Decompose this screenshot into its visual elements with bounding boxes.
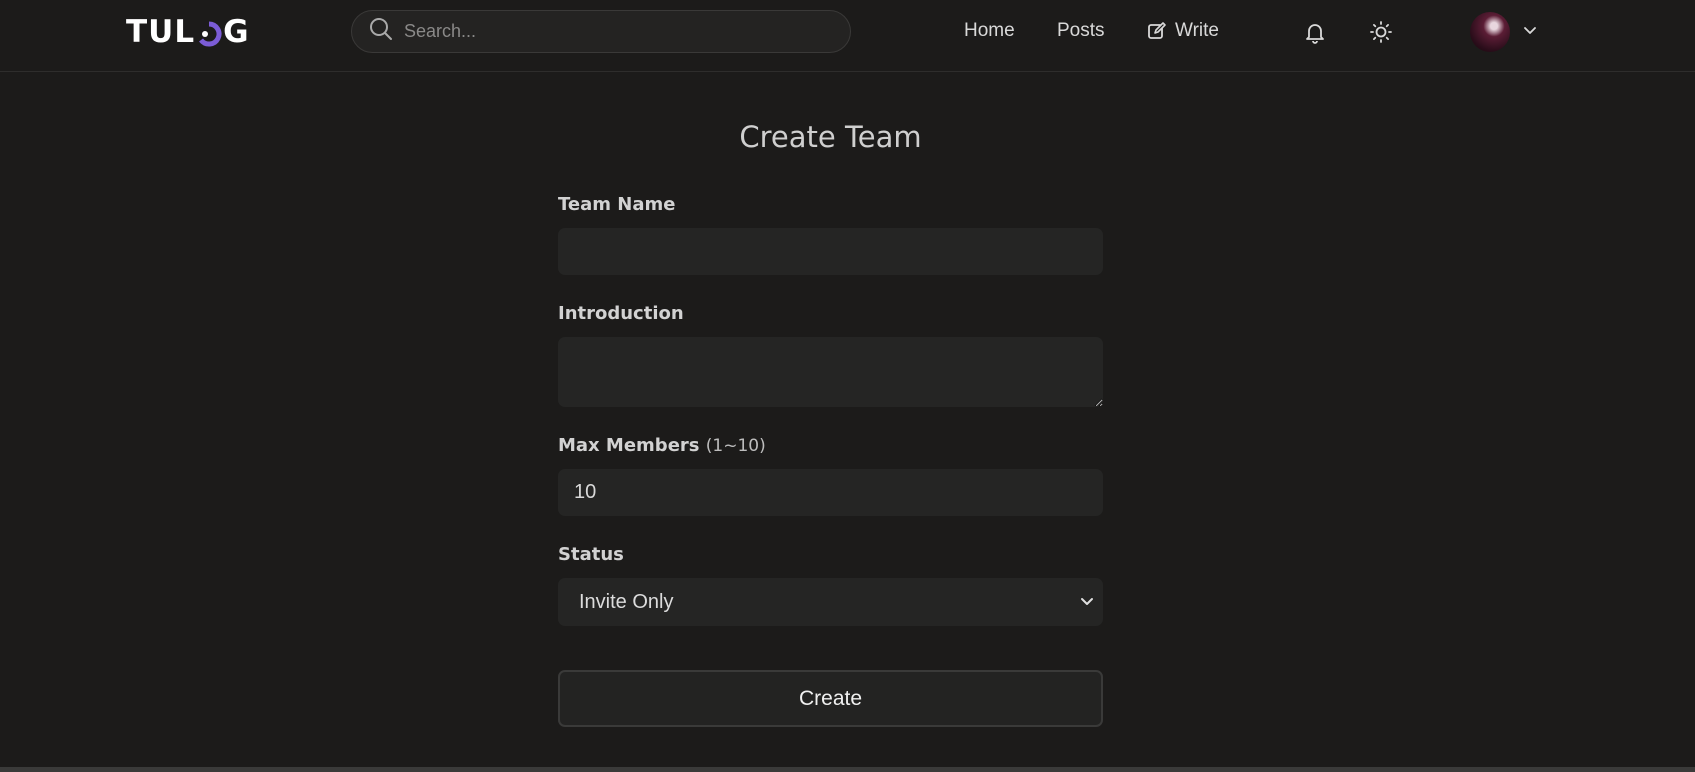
logo-text-left: TUL bbox=[126, 14, 196, 50]
page-title: Create Team bbox=[739, 120, 922, 154]
chevron-down-icon bbox=[1081, 598, 1093, 605]
status-select-value: Invite Only bbox=[579, 591, 674, 613]
max-members-label: Max Members (1~10) bbox=[558, 435, 766, 456]
nav-write-label: Write bbox=[1175, 20, 1219, 41]
logo[interactable]: TUL G bbox=[126, 14, 250, 50]
search-icon bbox=[368, 16, 394, 47]
introduction-textarea[interactable] bbox=[558, 337, 1103, 407]
nav-posts-link[interactable]: Posts bbox=[1057, 18, 1105, 44]
logo-mark-icon bbox=[196, 19, 222, 47]
max-members-label-text: Max Members bbox=[558, 435, 700, 456]
team-name-input[interactable] bbox=[558, 228, 1103, 275]
edit-icon bbox=[1148, 22, 1166, 39]
chevron-down-icon[interactable] bbox=[1521, 22, 1539, 40]
nav-write-link[interactable]: Write bbox=[1147, 18, 1219, 44]
status-label: Status bbox=[558, 544, 624, 565]
create-button[interactable]: Create bbox=[558, 670, 1103, 727]
nav-home-link[interactable]: Home bbox=[964, 18, 1015, 44]
introduction-label: Introduction bbox=[558, 303, 684, 324]
search-bar bbox=[351, 10, 851, 53]
max-members-input[interactable] bbox=[558, 469, 1103, 516]
search-input[interactable] bbox=[404, 21, 824, 42]
avatar[interactable] bbox=[1470, 12, 1510, 52]
bottom-divider bbox=[0, 767, 1695, 772]
top-navbar: TUL G Home Posts Write bbox=[0, 0, 1695, 72]
status-select[interactable]: Invite Only bbox=[558, 578, 1103, 626]
max-members-hint: (1~10) bbox=[705, 436, 766, 456]
logo-text-right: G bbox=[223, 14, 250, 50]
sun-icon[interactable] bbox=[1367, 18, 1395, 46]
bell-icon[interactable] bbox=[1301, 18, 1329, 46]
team-name-label: Team Name bbox=[558, 194, 676, 215]
